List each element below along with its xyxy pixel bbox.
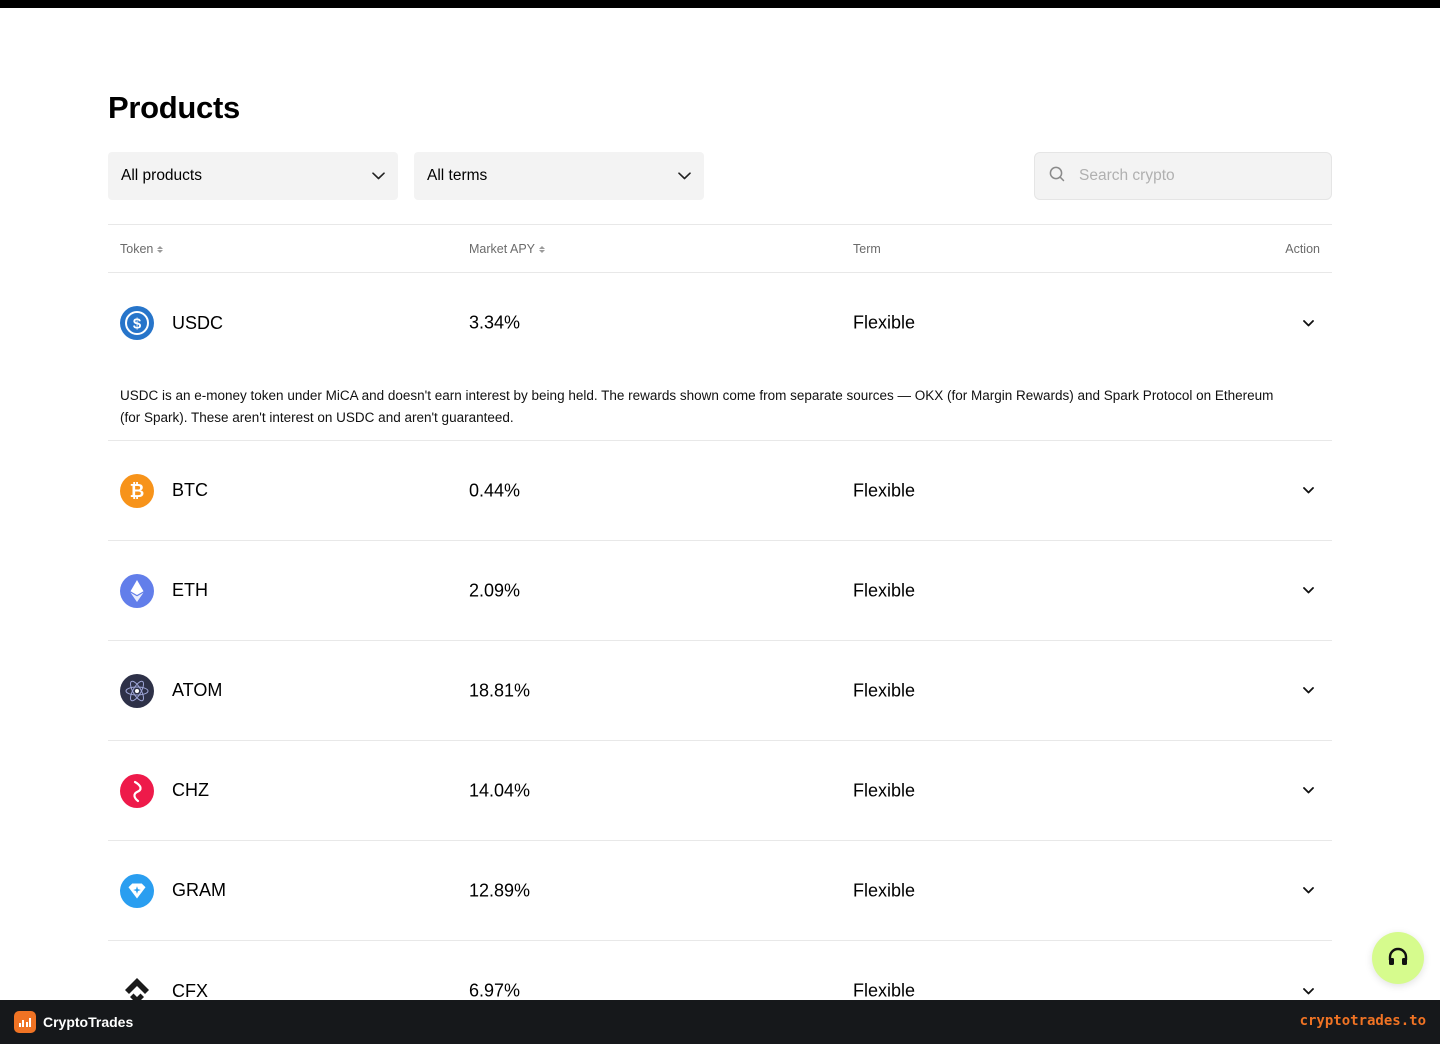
expand-row-button[interactable] xyxy=(1296,779,1320,803)
table-header: Token Market APY Term Action xyxy=(108,224,1332,273)
header-apy-label: Market APY xyxy=(469,242,535,256)
products-dropdown-label: All products xyxy=(121,167,202,184)
expand-row-button[interactable] xyxy=(1296,311,1320,335)
table-row[interactable]: $ USDC 3.34% Flexible USDC is an e-money… xyxy=(108,273,1332,441)
table-row[interactable]: CHZ 14.04% Flexible xyxy=(108,741,1332,841)
token-cell: $ USDC xyxy=(120,306,223,340)
chevron-down-icon xyxy=(1302,487,1314,494)
token-name: USDC xyxy=(172,312,224,333)
token-name: ETH xyxy=(172,580,208,600)
footer-bar: CryptoTrades cryptotrades.to xyxy=(0,1000,1440,1044)
header-token[interactable]: Token xyxy=(120,242,164,256)
chevron-down-icon xyxy=(1302,887,1314,894)
sort-icon xyxy=(539,245,545,253)
gram-icon xyxy=(120,873,154,908)
header-action-label: Action xyxy=(1285,242,1320,256)
brand-logo-icon xyxy=(14,1011,36,1033)
token-cell: ETH xyxy=(120,573,208,608)
products-dropdown[interactable]: All products xyxy=(108,152,398,200)
term-value: Flexible xyxy=(853,580,916,600)
token-name: CFX xyxy=(172,980,208,1001)
support-chat-button[interactable] xyxy=(1372,932,1424,984)
top-bar xyxy=(0,0,1440,8)
term-value: Flexible xyxy=(853,780,916,800)
token-cell: CHZ xyxy=(120,773,209,808)
table-row[interactable]: GRAM 12.89% Flexible xyxy=(108,841,1332,941)
usdc-icon: $ xyxy=(120,306,154,340)
table-row[interactable]: ATOM 18.81% Flexible xyxy=(108,641,1332,741)
header-token-label: Token xyxy=(120,242,154,256)
header-term-label: Term xyxy=(853,242,881,256)
chevron-down-icon xyxy=(677,169,691,183)
token-name: CHZ xyxy=(172,780,209,800)
token-name: GRAM xyxy=(172,880,226,900)
token-description: USDC is an e-money token under MiCA and … xyxy=(120,388,1274,425)
search-input[interactable] xyxy=(1079,167,1309,185)
expand-row-button[interactable] xyxy=(1296,479,1320,503)
atom-icon xyxy=(120,673,154,708)
terms-dropdown-label: All terms xyxy=(427,167,488,184)
term-value: Flexible xyxy=(853,880,916,900)
terms-dropdown[interactable]: All terms xyxy=(414,152,704,200)
chevron-down-icon xyxy=(1302,687,1314,694)
headset-icon xyxy=(1388,947,1408,965)
chevron-down-icon xyxy=(1302,319,1314,326)
apy-value: 0.44% xyxy=(469,480,521,500)
apy-value: 12.89% xyxy=(469,880,531,900)
token-name: ATOM xyxy=(172,680,223,700)
expand-row-button[interactable] xyxy=(1296,879,1320,903)
apy-value: 2.09% xyxy=(469,580,521,600)
chz-icon xyxy=(120,773,154,808)
term-value: Flexible xyxy=(853,680,916,700)
header-action: Action xyxy=(1285,242,1320,256)
apy-value: 14.04% xyxy=(469,780,531,800)
chevron-down-icon xyxy=(371,169,385,183)
chevron-down-icon xyxy=(1302,987,1314,994)
expand-row-button[interactable] xyxy=(1296,579,1320,603)
page-title: Products xyxy=(108,90,240,125)
term-value: Flexible xyxy=(853,980,916,1001)
brand-name[interactable]: CryptoTrades xyxy=(43,1014,133,1030)
apy-value: 3.34% xyxy=(469,312,521,333)
chevron-down-icon xyxy=(1302,787,1314,794)
token-cell: ATOM xyxy=(120,673,223,708)
search-icon xyxy=(1049,166,1065,187)
token-name: BTC xyxy=(172,480,208,500)
svg-text:₿: ₿ xyxy=(130,481,145,501)
table-row[interactable]: ETH 2.09% Flexible xyxy=(108,541,1332,641)
svg-text:$: $ xyxy=(133,316,142,333)
token-cell: ₿ BTC xyxy=(120,473,208,508)
search-box[interactable] xyxy=(1034,152,1332,200)
table-row[interactable]: ₿ BTC 0.44% Flexible xyxy=(108,441,1332,541)
brand-url[interactable]: cryptotrades.to xyxy=(1300,1013,1426,1029)
term-value: Flexible xyxy=(853,480,916,500)
header-apy[interactable]: Market APY xyxy=(469,242,545,256)
eth-icon xyxy=(120,573,154,608)
header-term: Term xyxy=(853,242,881,256)
apy-value: 18.81% xyxy=(469,680,531,700)
sort-icon xyxy=(157,245,164,253)
btc-icon: ₿ xyxy=(120,473,154,508)
chevron-down-icon xyxy=(1302,587,1314,594)
apy-value: 6.97% xyxy=(469,980,521,1001)
expand-row-button[interactable] xyxy=(1296,679,1320,703)
term-value: Flexible xyxy=(853,312,916,333)
token-cell: GRAM xyxy=(120,873,226,908)
